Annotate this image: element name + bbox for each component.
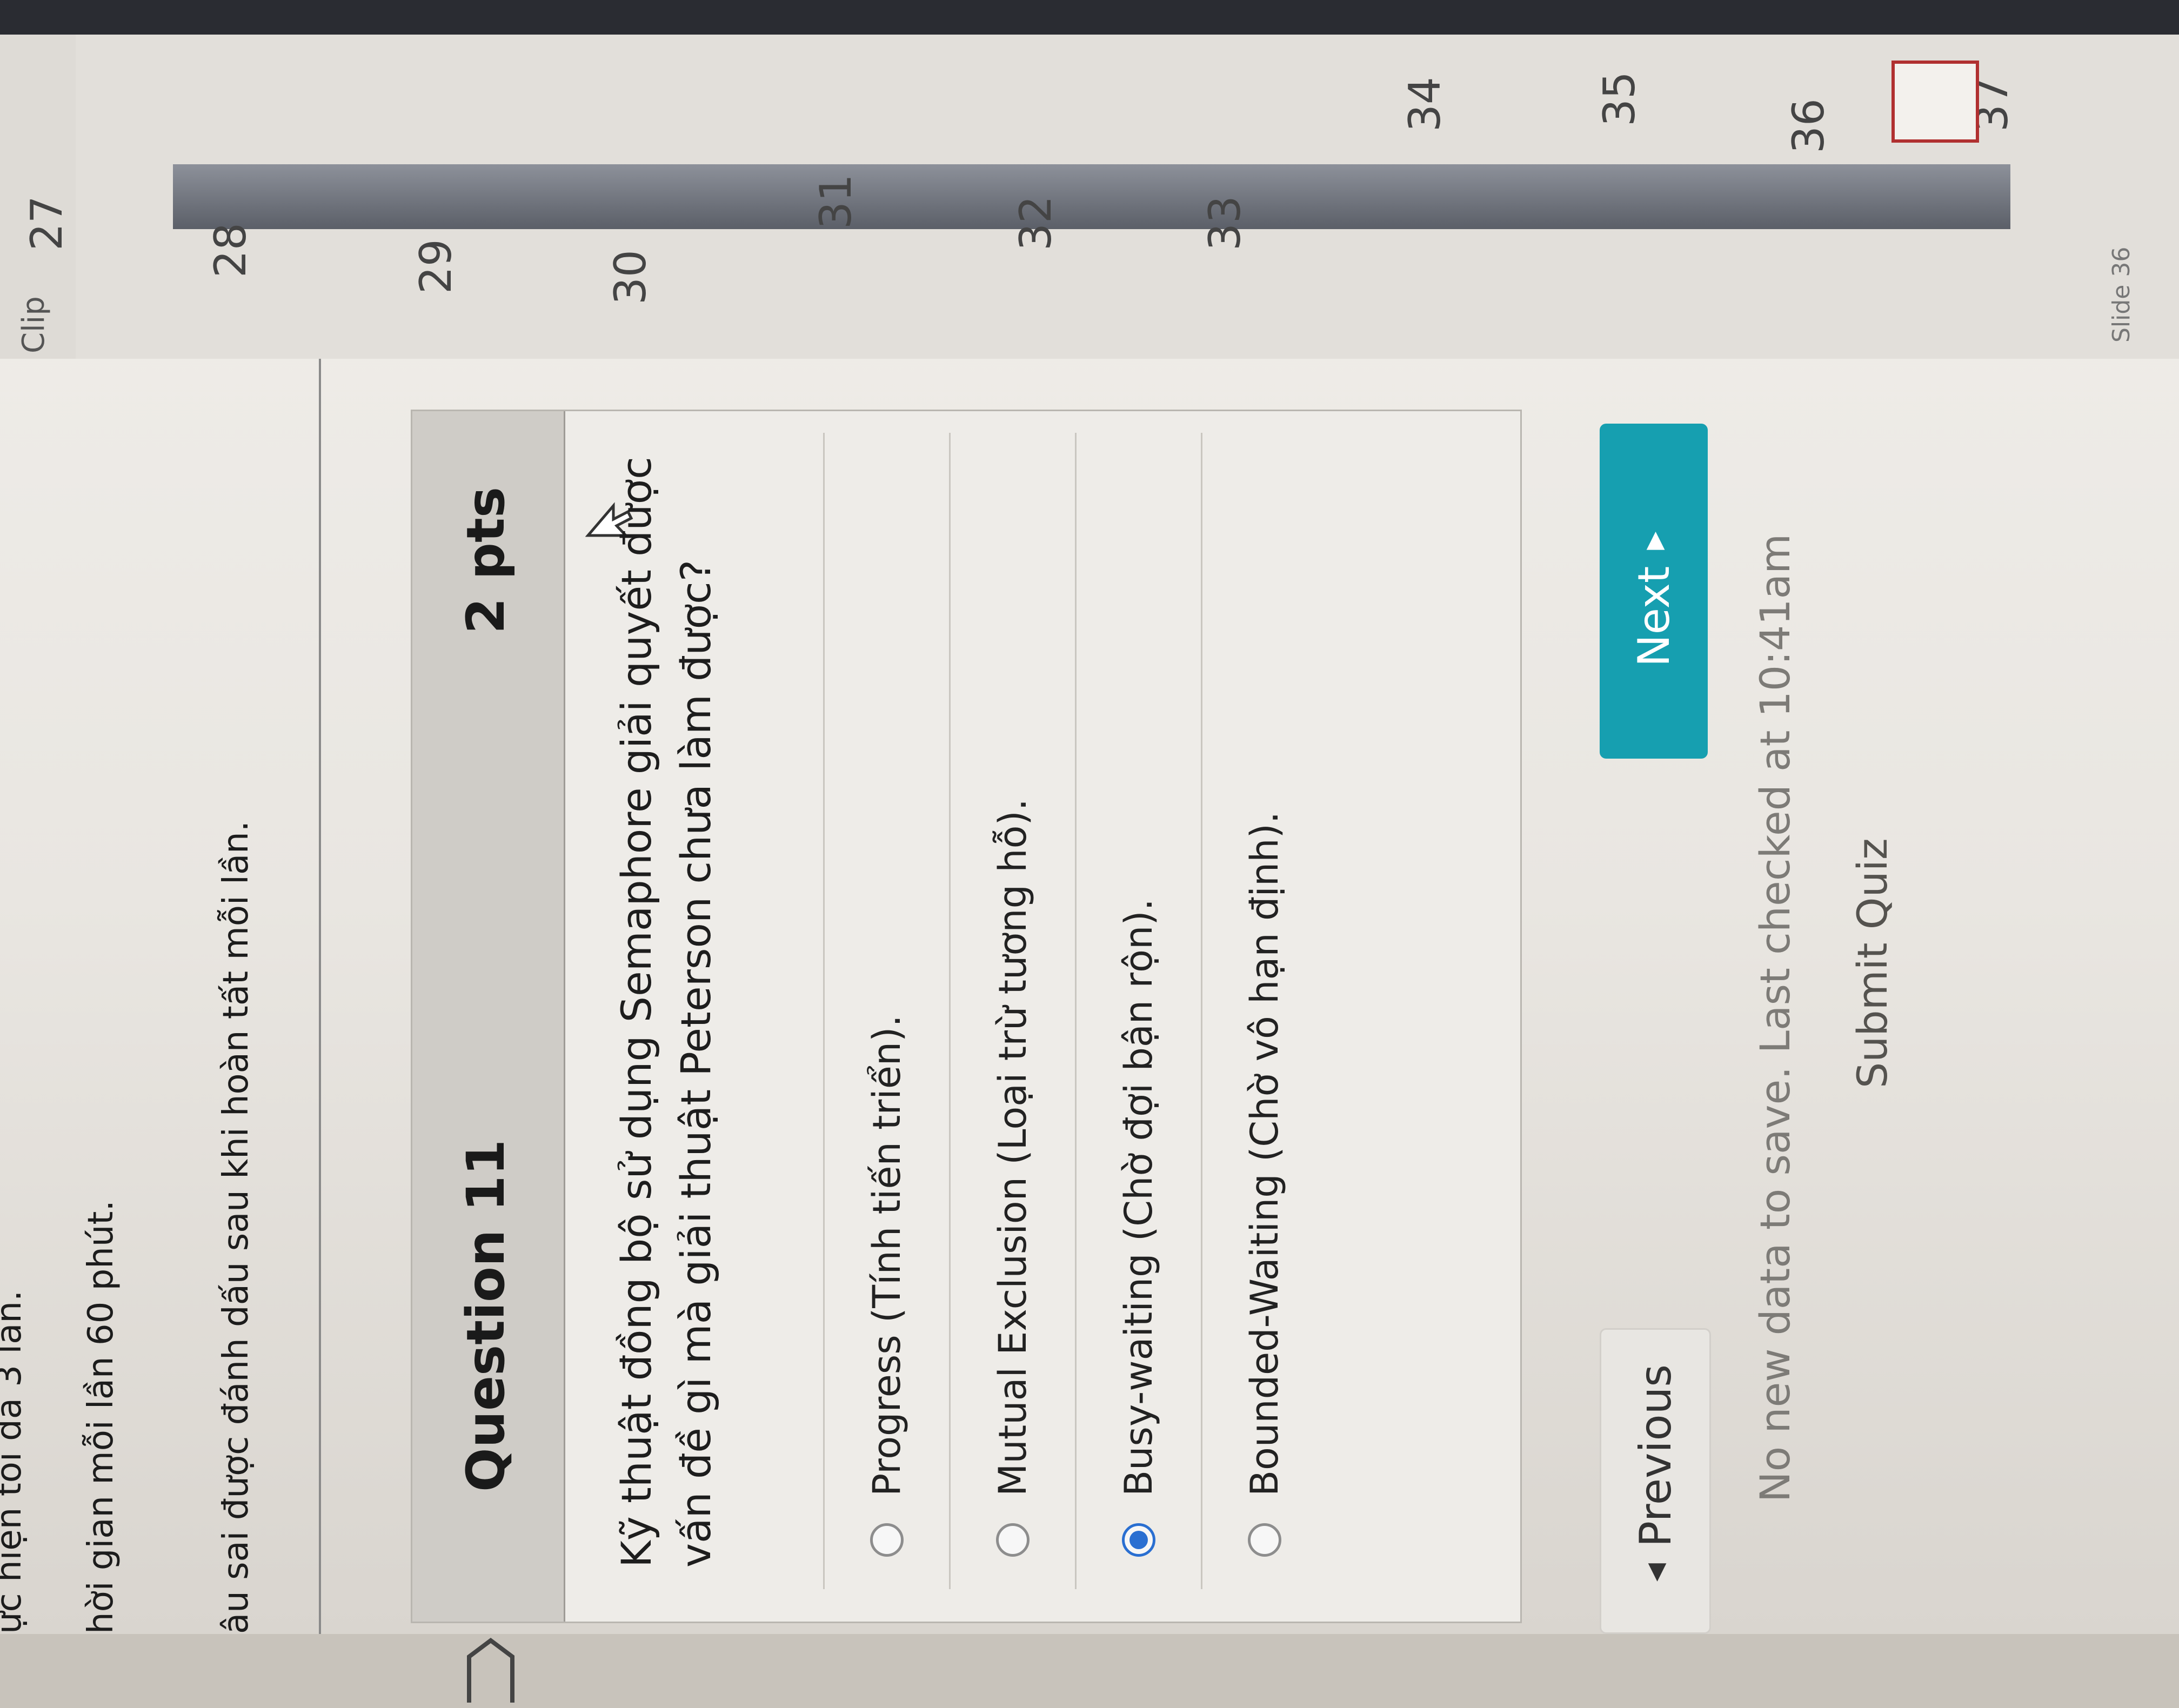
answer-label: Mutual Exclusion (Loại trừ tương hỗ). [991, 798, 1035, 1496]
slide-number[interactable]: 28 [205, 223, 256, 278]
rotated-screen: ực hiện tối đa 3 lần. hời gian mỗi lần 6… [0, 0, 2179, 1703]
slide-number[interactable]: 30 [605, 250, 656, 305]
question-text: Kỹ thuật đồng bộ sử dụng Semaphore giải … [612, 457, 720, 1568]
next-button[interactable]: Next ▶ [1600, 424, 1708, 759]
clipboard-header: Clip [0, 0, 76, 359]
radio-button-selected[interactable] [1122, 1523, 1155, 1557]
previous-button[interactable]: ◀ Previous [1600, 1328, 1711, 1634]
slide-number[interactable]: 27 [22, 196, 72, 251]
slide-number[interactable]: 34 [1400, 77, 1450, 132]
slide-number[interactable]: 29 [411, 239, 461, 294]
answer-label: Bounded-Waiting (Chờ vô hạn định). [1242, 811, 1287, 1496]
question-card: Question 11 2 pts Kỹ thuật đồng bộ sử dụ… [411, 410, 1522, 1703]
slide-number[interactable]: 32 [1011, 196, 1061, 251]
question-points: 2 pts [456, 487, 516, 634]
divider [319, 140, 321, 1634]
next-label: Next [1628, 566, 1679, 667]
slide-number[interactable]: 31 [811, 174, 861, 229]
caret-left-icon: ◀ [1641, 1563, 1669, 1582]
clipboard-label[interactable]: Clip [16, 296, 51, 353]
slide-number[interactable]: 36 [1783, 98, 1834, 153]
answer-list: Progress (Tính tiến triển). Mutual Exclu… [823, 433, 1327, 1589]
answer-option[interactable]: Mutual Exclusion (Loại trừ tương hỗ). [949, 433, 1075, 1589]
answer-option[interactable]: Busy-waiting (Chờ đợi bận rộn). [1075, 433, 1201, 1589]
bookmark-flag-icon[interactable] [461, 1632, 520, 1708]
slide-number[interactable]: 35 [1594, 71, 1645, 126]
answer-option[interactable]: Progress (Tính tiến triển). [823, 433, 949, 1589]
slide-indicator: Slide 36 [2108, 246, 2135, 343]
slide-thumbnail-panel: Clip 27 28 29 30 31 32 33 34 35 36 37 Sl… [0, 0, 2179, 359]
scrollbar[interactable] [173, 164, 2010, 229]
answer-label: Busy-waiting (Chờ đợi bận rộn). [1117, 899, 1161, 1496]
slide-number[interactable]: 33 [1200, 196, 1250, 251]
caret-right-icon: ▶ [1640, 531, 1668, 550]
question-title: Question 11 [456, 1139, 516, 1492]
radio-button[interactable] [1248, 1523, 1281, 1557]
instruction-attempts: ực hiện tối đa 3 lần. [0, 1290, 29, 1634]
submit-quiz-button[interactable]: Submit Quiz [1848, 838, 1896, 1088]
autosave-status: No new data to save. Last checked at 10:… [1751, 533, 1799, 1503]
answer-option[interactable]: Bounded-Waiting (Chờ vô hạn định). [1201, 433, 1327, 1589]
radio-button[interactable] [996, 1523, 1030, 1557]
previous-label: Previous [1630, 1364, 1681, 1548]
question-header: Question 11 2 pts [412, 411, 565, 1622]
screen-bezel [0, 0, 2179, 35]
instruction-marking: âu sai được đánh dấu sau khi hoàn tất mỗ… [216, 820, 256, 1634]
slide-thumbnail-active[interactable] [1891, 61, 1979, 143]
instruction-time-limit: hời gian mỗi lần 60 phút. [81, 1200, 121, 1634]
radio-button[interactable] [870, 1523, 904, 1557]
answer-label: Progress (Tính tiến triển). [865, 1015, 909, 1496]
